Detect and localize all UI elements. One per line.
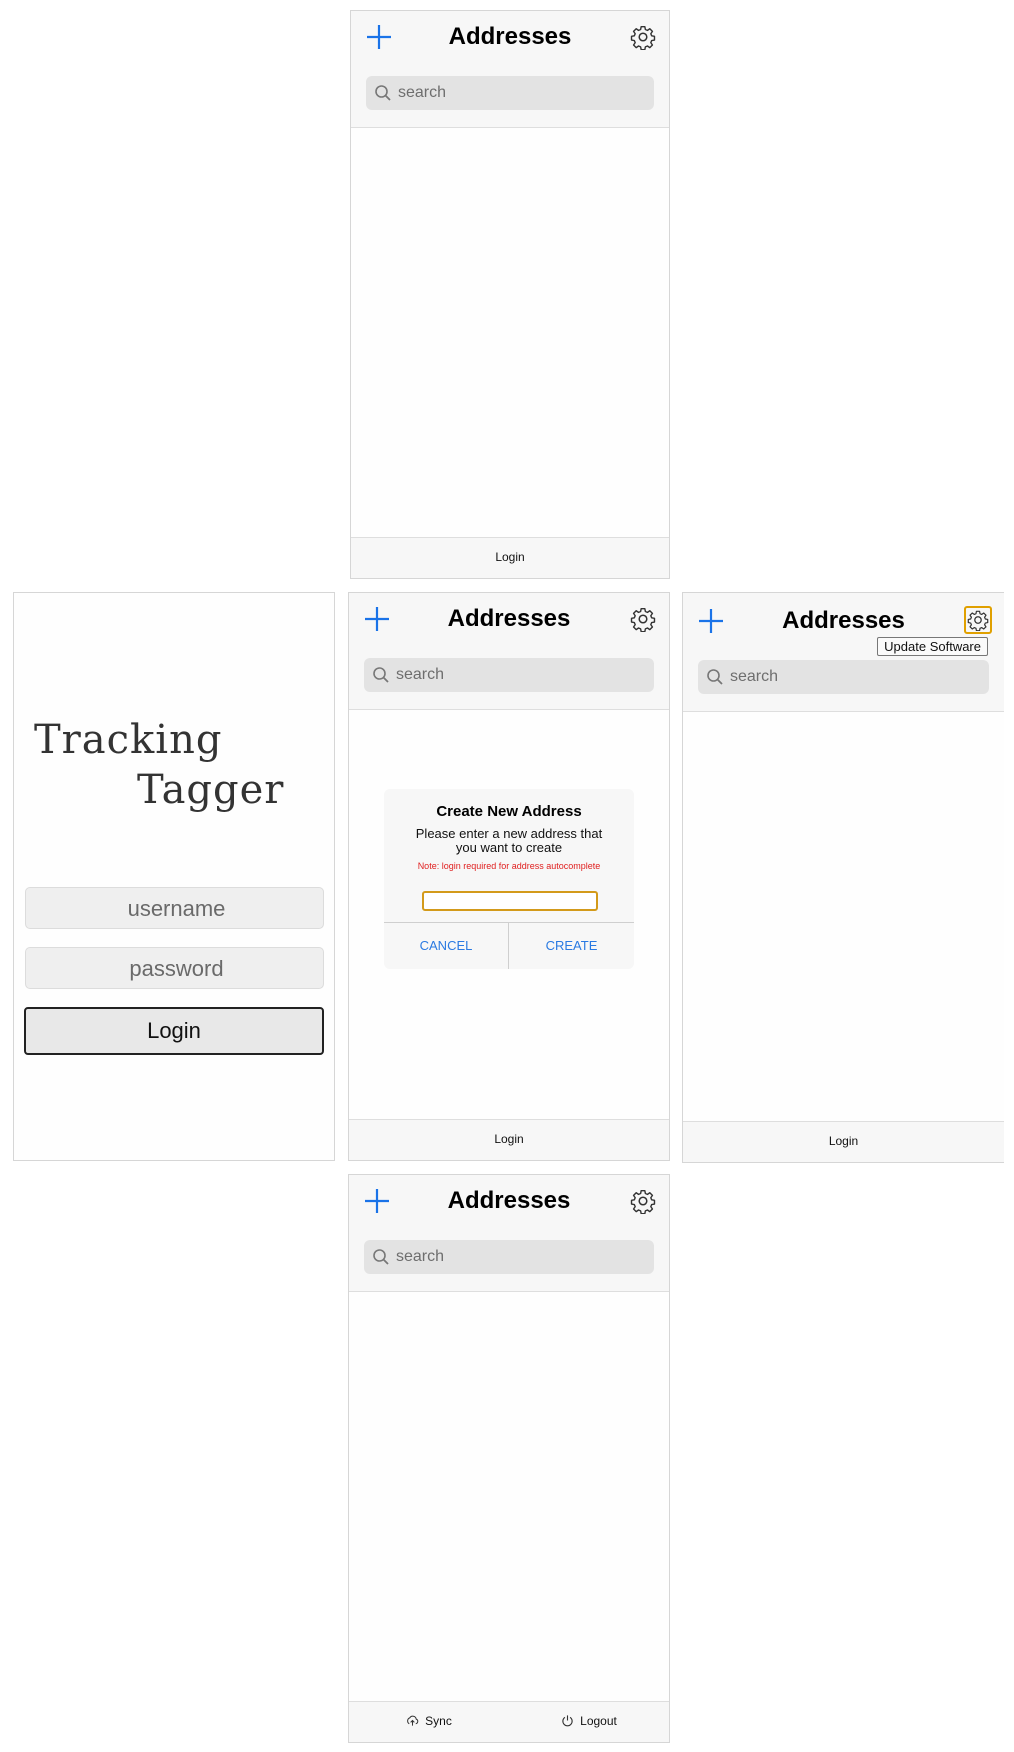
login-link[interactable]: Login xyxy=(683,1134,1004,1148)
dialog-message: Please enter a new address that you want… xyxy=(415,826,603,855)
login-screen: Tracking Tagger Login xyxy=(13,592,335,1161)
footer: Sync Logout xyxy=(349,1701,669,1742)
power-icon xyxy=(562,1715,573,1727)
create-button[interactable]: CREATE xyxy=(509,923,634,969)
settings-button[interactable] xyxy=(630,1188,656,1214)
footer: Login xyxy=(351,537,669,578)
settings-button[interactable] xyxy=(630,606,656,632)
header: Addresses xyxy=(351,11,669,128)
dialog-actions: CANCEL CREATE xyxy=(384,922,634,969)
addresses-screen-dialog: Addresses Create New Address Please ente… xyxy=(348,592,670,1161)
dialog-note: Note: login required for address autocom… xyxy=(417,861,601,871)
gear-icon xyxy=(630,26,656,50)
password-input[interactable] xyxy=(26,948,327,990)
header: Addresses xyxy=(349,1175,669,1292)
search-bar xyxy=(698,660,989,694)
search-input[interactable] xyxy=(396,658,648,692)
footer: Login xyxy=(683,1121,1004,1162)
search-input[interactable] xyxy=(398,76,648,110)
logo-line-1: Tracking xyxy=(34,717,222,763)
app-logo: Tracking Tagger xyxy=(34,717,284,813)
search-bar xyxy=(364,1240,654,1274)
search-icon xyxy=(375,85,391,101)
logout-label: Logout xyxy=(580,1714,617,1728)
username-input[interactable] xyxy=(26,888,327,930)
header: Addresses xyxy=(349,593,669,710)
create-address-dialog: Create New Address Please enter a new ad… xyxy=(384,789,634,969)
search-icon xyxy=(373,1249,389,1265)
search-input[interactable] xyxy=(730,660,983,694)
update-software-tooltip: Update Software xyxy=(877,637,988,656)
login-button[interactable]: Login xyxy=(24,1007,324,1055)
gear-icon xyxy=(630,1190,656,1214)
header: Addresses Update Software xyxy=(683,593,1004,712)
login-link[interactable]: Login xyxy=(349,1132,669,1146)
page-title: Addresses xyxy=(447,1187,571,1214)
addresses-screen-tooltip: Addresses Update Software Login xyxy=(682,592,1004,1163)
dialog-title: Create New Address xyxy=(436,803,582,820)
footer: Login xyxy=(349,1119,669,1160)
search-bar xyxy=(366,76,654,110)
settings-button[interactable] xyxy=(630,24,656,50)
logout-button[interactable]: Logout xyxy=(509,1714,669,1728)
addresses-screen-logged-in: Addresses Sync Logout xyxy=(348,1174,670,1743)
page-title: Addresses xyxy=(448,23,572,50)
addresses-screen-top: Addresses Login xyxy=(350,10,670,579)
search-icon xyxy=(373,667,389,683)
gear-icon xyxy=(630,608,656,632)
page-title: Addresses xyxy=(447,605,571,632)
sync-label: Sync xyxy=(425,1714,452,1728)
search-bar xyxy=(364,658,654,692)
search-input[interactable] xyxy=(396,1240,648,1274)
login-link[interactable]: Login xyxy=(351,550,669,564)
password-field xyxy=(25,947,327,990)
sync-button[interactable]: Sync xyxy=(349,1714,509,1728)
cancel-button[interactable]: CANCEL xyxy=(384,923,509,969)
username-field xyxy=(25,887,327,930)
settings-button[interactable] xyxy=(964,606,992,634)
sync-icon xyxy=(407,1715,419,1726)
search-icon xyxy=(707,669,723,685)
logo-line-2: Tagger xyxy=(137,767,284,813)
new-address-input[interactable] xyxy=(422,891,598,911)
gear-icon xyxy=(967,610,989,631)
page-title: Addresses xyxy=(782,607,905,634)
